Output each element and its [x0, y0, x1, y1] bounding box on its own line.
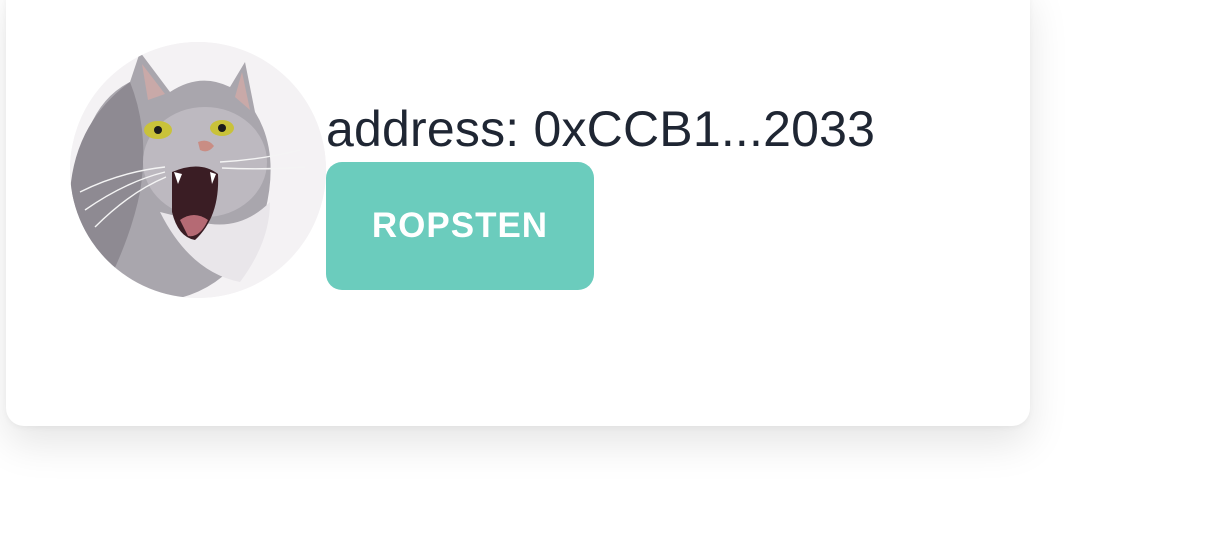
network-button[interactable]: ROPSTEN: [326, 162, 594, 290]
account-address: address: 0xCCB1...2033: [326, 101, 876, 157]
cat-avatar-icon: [70, 42, 326, 298]
